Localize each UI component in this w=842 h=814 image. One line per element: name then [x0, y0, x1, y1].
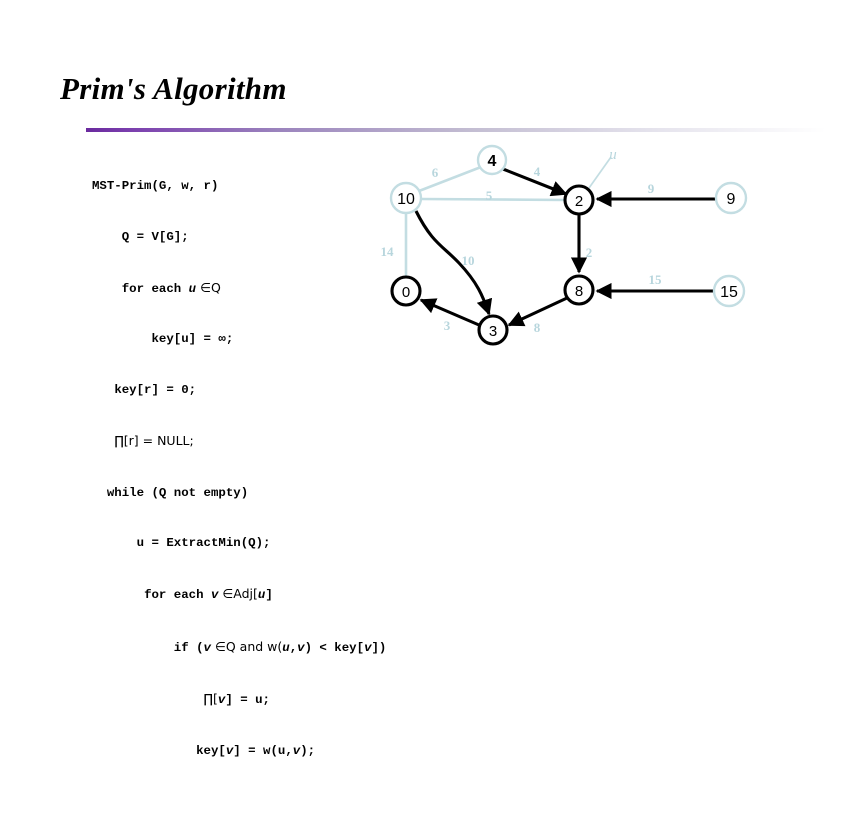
node-label: 3	[489, 323, 497, 340]
weight-2-8: 2	[586, 245, 593, 260]
var-v: v	[203, 640, 211, 655]
pointer-label-u: u	[609, 147, 617, 163]
node-label: 9	[727, 191, 736, 208]
var-v: v	[225, 743, 234, 758]
code-line-10: if (v ∈Q and w(u,v) < key[v])	[173, 638, 387, 655]
node-group: 10 4 2 9 0 8 15 3	[389, 144, 748, 346]
graph-node-9[interactable]: 9	[714, 181, 748, 215]
edge-10-3-curved	[414, 210, 493, 316]
code-line-12: key[v] = w(u,v);	[196, 743, 316, 758]
graph-node-4[interactable]: 4	[476, 144, 508, 176]
code-line-11: ∏[v] = u;	[203, 691, 270, 708]
weight-3-0: 3	[444, 318, 451, 333]
weight-10-0: 14	[381, 244, 395, 259]
graph-node-10[interactable]: 10	[389, 181, 423, 215]
node-label: 8	[575, 283, 583, 300]
graph-node-15[interactable]: 15	[712, 274, 746, 308]
var-v: v	[292, 743, 301, 758]
graph-node-2[interactable]: 2	[563, 184, 595, 216]
graph-node-3[interactable]: 3	[477, 314, 509, 346]
weight-10-3: 10	[462, 253, 475, 268]
pointer-annotation-u: u	[588, 147, 617, 189]
weight-15-8: 15	[649, 272, 663, 287]
var-v: v	[217, 693, 226, 708]
edge-10-2	[420, 197, 567, 202]
var-u: u	[282, 640, 290, 655]
weight-10-4: 6	[432, 165, 439, 180]
weight-10-2: 5	[486, 188, 493, 203]
graph-node-8[interactable]: 8	[563, 274, 595, 306]
var-v: v	[364, 640, 372, 655]
node-label: 10	[397, 191, 415, 208]
slide-canvas: Prim's Algorithm MST-Prim(G, w, r) Q = V…	[0, 0, 842, 758]
edge-10-4	[418, 165, 482, 193]
graph-node-0[interactable]: 0	[390, 275, 422, 307]
weight-4-2: 4	[534, 164, 541, 179]
node-label: 2	[575, 193, 583, 210]
node-label: 4	[488, 153, 497, 170]
var-v: v	[297, 640, 305, 655]
weight-8-3: 8	[534, 320, 541, 335]
weight-9-2: 9	[648, 181, 655, 196]
node-label: 0	[402, 284, 410, 301]
node-label: 15	[720, 284, 738, 301]
pointer-line	[588, 156, 612, 189]
graph-diagram: u 6 4 5 9 14 10 2 15 3 8 10 4 2 9 0 8 15…	[0, 0, 842, 595]
